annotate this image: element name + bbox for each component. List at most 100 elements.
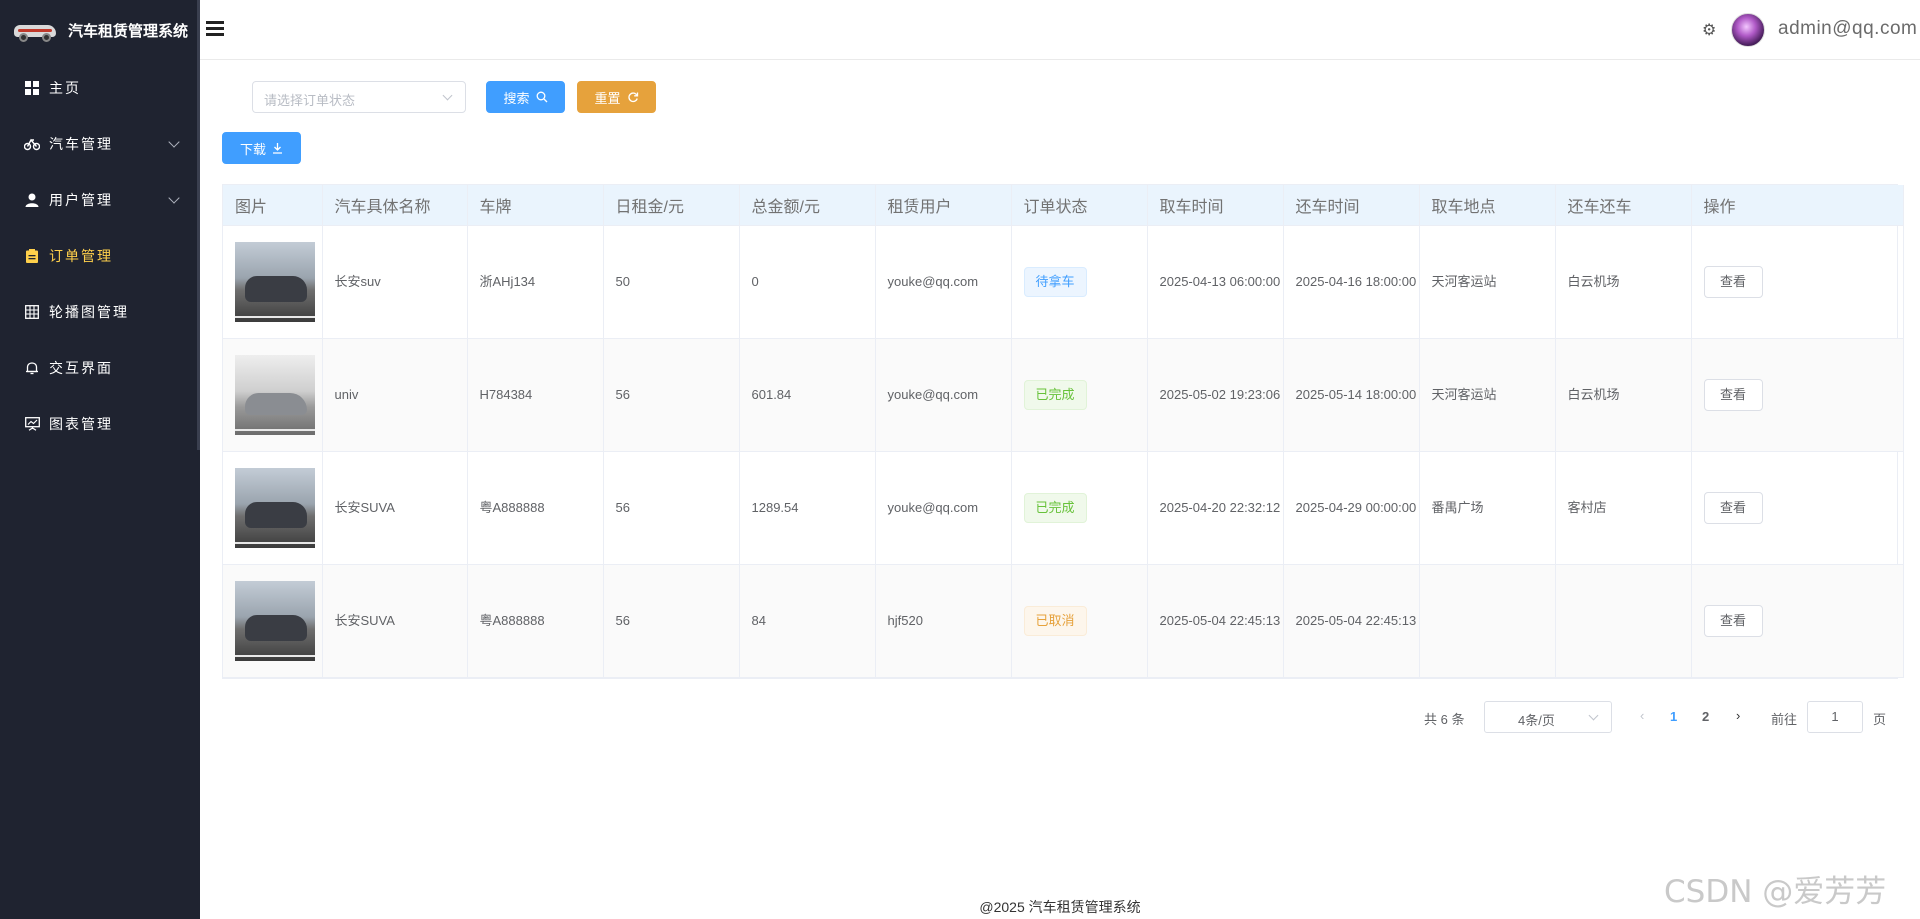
pickup-place: 天河客运站 bbox=[1419, 338, 1556, 452]
search-button[interactable]: 搜索 bbox=[486, 81, 565, 113]
sidebar-item-label: 用户管理 bbox=[49, 192, 113, 208]
bell-icon bbox=[24, 360, 40, 376]
sidebar-item-carousel[interactable]: 轮播图管理 bbox=[0, 284, 200, 340]
search-button-label: 搜索 bbox=[503, 90, 530, 106]
status-badge: 待拿车 bbox=[1023, 266, 1087, 297]
column-header: 操作 bbox=[1691, 185, 1904, 226]
view-button[interactable]: 查看 bbox=[1703, 604, 1763, 637]
main-content: 请选择订单状态 搜索 重置 下载 图片 汽车具体名称 车牌 日租金/元 总金额/… bbox=[200, 61, 1920, 919]
view-button[interactable]: 查看 bbox=[1703, 265, 1763, 298]
page-number[interactable]: 2 bbox=[1702, 709, 1709, 724]
footer: @2025 汽车租赁管理系统 bbox=[979, 899, 1141, 915]
download-button[interactable]: 下载 bbox=[222, 132, 301, 164]
return-time: 2025-04-29 00:00:00 bbox=[1283, 451, 1420, 565]
pickup-time: 2025-05-04 22:45:13 bbox=[1147, 564, 1284, 678]
table-row: 长安SUVA 粤A888888 56 1289.54 youke@qq.com … bbox=[223, 451, 1904, 565]
sidebar-item-label: 轮播图管理 bbox=[49, 304, 129, 320]
pickup-place: 番禺广场 bbox=[1419, 451, 1556, 565]
column-header: 日租金/元 bbox=[603, 185, 740, 226]
sidebar-item-users[interactable]: 用户管理 bbox=[0, 172, 200, 228]
sidebar-item-cars[interactable]: 汽车管理 bbox=[0, 116, 200, 172]
table-row: 长安SUVA 粤A888888 56 84 hjf520 已取消 2025-05… bbox=[223, 564, 1904, 678]
sidebar-item-home[interactable]: 主页 bbox=[0, 60, 200, 116]
user-icon bbox=[24, 192, 40, 208]
column-header: 租赁用户 bbox=[875, 185, 1012, 226]
status-badge: 已完成 bbox=[1023, 492, 1087, 523]
return-place: 白云机场 bbox=[1555, 225, 1692, 339]
brand: 汽车租赁管理系统 bbox=[0, 0, 200, 60]
user-email[interactable]: admin@qq.com bbox=[1778, 18, 1917, 40]
pickup-time: 2025-04-13 06:00:00 bbox=[1147, 225, 1284, 339]
goto-label: 前往 bbox=[1771, 712, 1798, 727]
sidebar-item-orders[interactable]: 订单管理 bbox=[0, 228, 200, 284]
daily-rent: 56 bbox=[603, 338, 740, 452]
column-header: 取车时间 bbox=[1147, 185, 1284, 226]
sidebar-item-charts[interactable]: 图表管理 bbox=[0, 396, 200, 452]
download-icon bbox=[273, 143, 282, 154]
next-page-icon[interactable]: › bbox=[1736, 708, 1740, 723]
car-thumbnail bbox=[235, 580, 315, 661]
chevron-down-icon bbox=[168, 192, 180, 204]
avatar[interactable] bbox=[1731, 13, 1765, 47]
page-size-select[interactable]: 4条/页 bbox=[1484, 701, 1612, 733]
top-header: ⚙ admin@qq.com bbox=[200, 0, 1920, 60]
sidebar-item-label: 订单管理 bbox=[49, 248, 113, 264]
return-place: 客村店 bbox=[1555, 451, 1692, 565]
goto-page-input[interactable]: 1 bbox=[1807, 701, 1863, 733]
pickup-place: 天河客运站 bbox=[1419, 225, 1556, 339]
car-name: univ bbox=[322, 338, 468, 452]
column-header: 订单状态 bbox=[1011, 185, 1148, 226]
pagination-total: 共 6 条 bbox=[1424, 712, 1465, 727]
car-thumbnail bbox=[235, 241, 315, 322]
plate: 粤A888888 bbox=[467, 564, 604, 678]
chevron-down-icon bbox=[168, 136, 180, 148]
page-number[interactable]: 1 bbox=[1670, 709, 1677, 724]
sidebar-menu: 主页 汽车管理 用户管理 订单管理 轮播图管理 交互界面 图表管理 bbox=[0, 60, 200, 452]
chart-board-icon bbox=[24, 416, 40, 432]
column-header: 总金额/元 bbox=[739, 185, 876, 226]
menu-toggle-icon[interactable] bbox=[206, 21, 224, 37]
search-icon bbox=[536, 91, 547, 103]
car-name: 长安SUVA bbox=[322, 564, 468, 678]
sidebar-item-label: 图表管理 bbox=[49, 416, 113, 432]
total-amount: 84 bbox=[739, 564, 876, 678]
orders-table: 图片 汽车具体名称 车牌 日租金/元 总金额/元 租赁用户 订单状态 取车时间 … bbox=[222, 184, 1904, 679]
rent-user: youke@qq.com bbox=[875, 225, 1012, 339]
gear-icon[interactable]: ⚙ bbox=[1702, 20, 1716, 40]
app-title: 汽车租赁管理系统 bbox=[68, 22, 189, 40]
rent-user: hjf520 bbox=[875, 564, 1012, 678]
car-thumbnail bbox=[235, 354, 315, 435]
column-header: 图片 bbox=[223, 185, 323, 226]
refresh-icon bbox=[627, 92, 638, 103]
chevron-down-icon bbox=[1588, 710, 1599, 721]
car-name: 长安SUVA bbox=[322, 451, 468, 565]
pagination: 共 6 条 4条/页 ‹ 1 2 › 前往 1 页 bbox=[200, 701, 1920, 733]
pickup-time: 2025-04-20 22:32:12 bbox=[1147, 451, 1284, 565]
prev-page-icon[interactable]: ‹ bbox=[1640, 708, 1644, 723]
rent-user: youke@qq.com bbox=[875, 451, 1012, 565]
daily-rent: 50 bbox=[603, 225, 740, 339]
watermark: CSDN @爱芳芳 bbox=[1664, 874, 1887, 910]
view-button[interactable]: 查看 bbox=[1703, 378, 1763, 411]
page-size-value: 4条/页 bbox=[1518, 713, 1555, 728]
car-thumbnail bbox=[235, 467, 315, 548]
column-header: 车牌 bbox=[467, 185, 604, 226]
column-header: 还车时间 bbox=[1283, 185, 1420, 226]
order-status-select[interactable]: 请选择订单状态 bbox=[252, 81, 466, 113]
sidebar: 汽车租赁管理系统 主页 汽车管理 用户管理 订单管理 轮播图管理 交互界面 图表… bbox=[0, 0, 200, 919]
total-amount: 1289.54 bbox=[739, 451, 876, 565]
sidebar-item-label: 汽车管理 bbox=[49, 136, 113, 152]
sidebar-item-interaction[interactable]: 交互界面 bbox=[0, 340, 200, 396]
reset-button[interactable]: 重置 bbox=[577, 81, 656, 113]
view-button[interactable]: 查看 bbox=[1703, 491, 1763, 524]
pickup-time: 2025-05-02 19:23:06 bbox=[1147, 338, 1284, 452]
rent-user: youke@qq.com bbox=[875, 338, 1012, 452]
table-icon bbox=[24, 304, 40, 320]
return-place: 白云机场 bbox=[1555, 338, 1692, 452]
bicycle-icon bbox=[24, 136, 40, 152]
download-button-label: 下载 bbox=[239, 141, 266, 157]
car-name: 长安suv bbox=[322, 225, 468, 339]
total-amount: 601.84 bbox=[739, 338, 876, 452]
sidebar-item-label: 主页 bbox=[49, 80, 81, 96]
chevron-down-icon bbox=[442, 90, 453, 101]
